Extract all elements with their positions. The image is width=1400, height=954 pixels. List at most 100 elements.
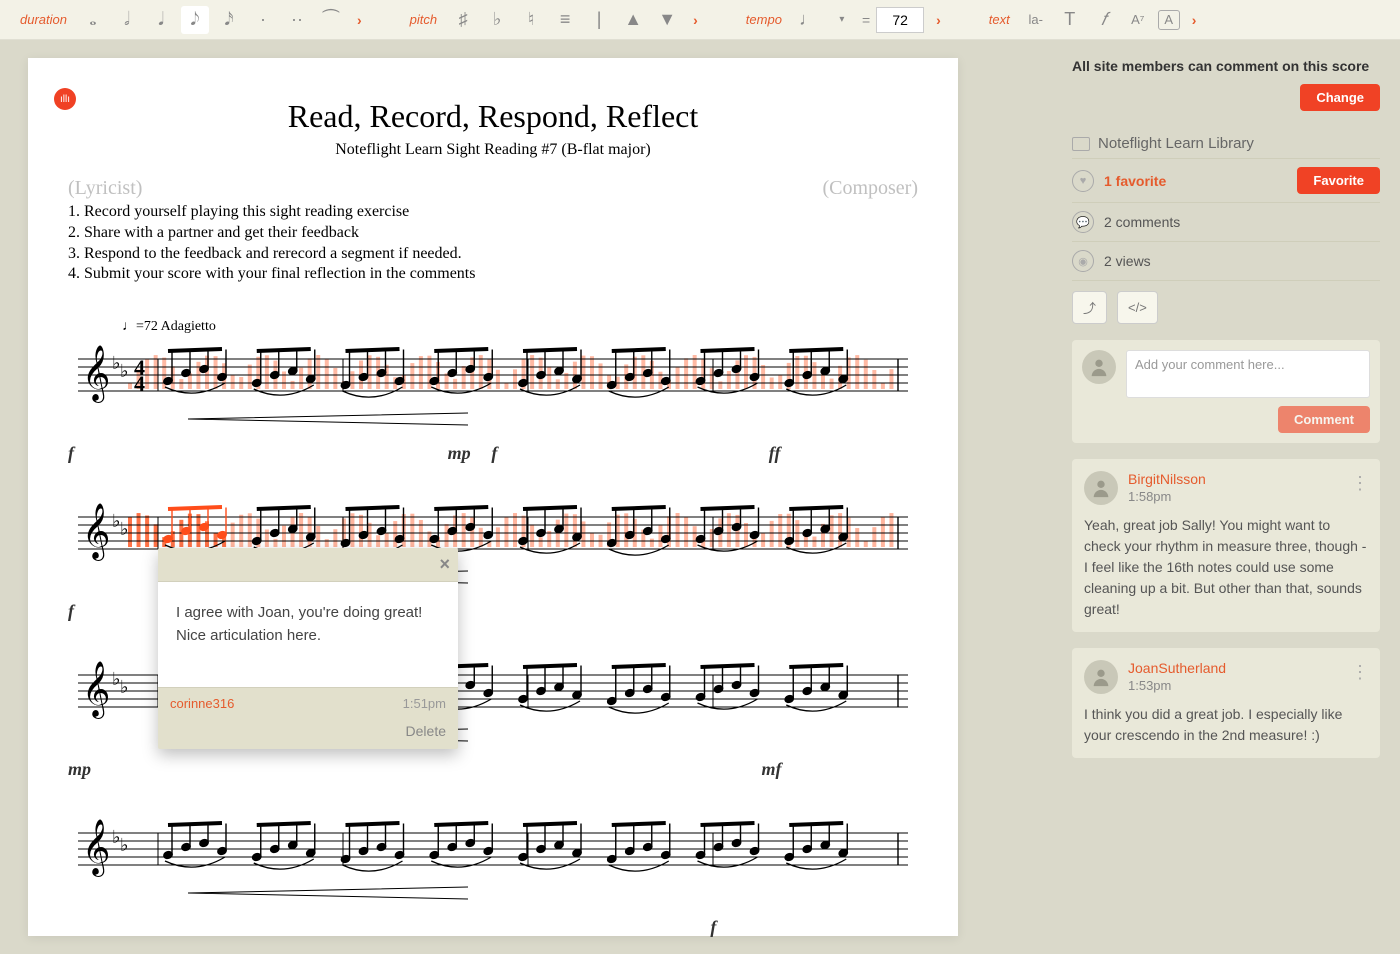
pitch-natural-icon[interactable]: ♮	[517, 6, 545, 34]
text-label: text	[989, 12, 1010, 27]
comment-textarea[interactable]: Add your comment here...	[1126, 350, 1370, 398]
inline-comment-author[interactable]: corinne316	[170, 696, 234, 711]
score-page[interactable]: ıllı Read, Record, Respond, Reflect Note…	[28, 58, 958, 936]
comments-count[interactable]: 2 comments	[1104, 214, 1180, 230]
share-button[interactable]: ⤴	[1072, 291, 1107, 324]
new-comment-box: Add your comment here... Comment	[1072, 340, 1380, 443]
inline-comment-time: 1:51pm	[403, 696, 446, 711]
svg-text:𝄞: 𝄞	[82, 662, 110, 719]
tempo-marking[interactable]: ♩=72 Adagietto	[122, 319, 918, 335]
record-icon[interactable]: ıllı	[54, 88, 76, 110]
pitch-label: pitch	[410, 12, 437, 27]
library-label: Noteflight Learn Library	[1098, 135, 1254, 152]
views-count: 2 views	[1104, 253, 1151, 269]
tempo-more-icon[interactable]: ›	[930, 12, 947, 28]
tempo-dropdown-icon[interactable]: ▾	[828, 6, 856, 34]
text-plain-icon[interactable]: T	[1056, 6, 1084, 34]
text-more-icon[interactable]: ›	[1186, 12, 1203, 28]
dynamic-marking[interactable]: mf	[762, 759, 782, 780]
text-dynamic-icon[interactable]: 𝑓	[1090, 6, 1118, 34]
score-column: ıllı Read, Record, Respond, Reflect Note…	[0, 40, 1060, 954]
comment-menu-icon[interactable]: ⋮	[1351, 473, 1370, 494]
tempo-equals: =	[862, 12, 870, 28]
inline-comment-popover: × I agree with Joan, you're doing great!…	[158, 548, 458, 749]
embed-button[interactable]: </>	[1117, 291, 1158, 324]
duration-sixteenth-icon[interactable]: 𝅘𝅥𝅯	[215, 6, 243, 34]
main-toolbar: duration 𝅝 𝅗𝅥 𝅘𝅥 𝅘𝅥𝅮 𝅘𝅥𝅯 · ·· ⏜ › pitch ♯ ♭ ♮ …	[0, 0, 1400, 40]
duration-more-icon[interactable]: ›	[351, 12, 368, 28]
comment-time: 1:53pm	[1128, 678, 1226, 693]
duration-label: duration	[20, 12, 67, 27]
pitch-up-icon[interactable]: ▲	[619, 6, 647, 34]
eye-icon: ◉	[1072, 250, 1094, 272]
instruction-line: 1. Record yourself playing this sight re…	[68, 202, 918, 223]
dynamic-marking[interactable]: mp	[448, 443, 471, 464]
dynamic-marking[interactable]: f	[491, 443, 497, 464]
instructions-block[interactable]: 1. Record yourself playing this sight re…	[68, 202, 918, 285]
score-title[interactable]: Read, Record, Respond, Reflect	[68, 98, 918, 135]
comment-body: Yeah, great job Sally! You might want to…	[1084, 515, 1368, 620]
instruction-line: 3. Respond to the feedback and rerecord …	[68, 244, 918, 265]
comment-card: BirgitNilsson 1:58pm ⋮ Yeah, great job S…	[1072, 459, 1380, 632]
svg-text:𝄞: 𝄞	[82, 346, 110, 403]
svg-text:𝄞: 𝄞	[82, 820, 110, 877]
svg-text:4: 4	[134, 371, 145, 396]
pitch-bar-icon[interactable]: |	[585, 6, 613, 34]
text-box-icon[interactable]: A	[1158, 10, 1180, 30]
dynamic-marking[interactable]: ff	[769, 443, 781, 464]
instruction-line: 2. Share with a partner and get their fe…	[68, 223, 918, 244]
instruction-line: 4. Submit your score with your final ref…	[68, 264, 918, 285]
composer-placeholder[interactable]: (Composer)	[822, 177, 918, 200]
comment-body: I think you did a great job. I especiall…	[1084, 704, 1368, 746]
comment-card: JoanSutherland 1:53pm ⋮ I think you did …	[1072, 648, 1380, 758]
svg-text:♭: ♭	[120, 519, 129, 539]
duration-whole-icon[interactable]: 𝅝	[79, 6, 107, 34]
close-icon[interactable]: ×	[439, 554, 450, 575]
inline-comment-delete[interactable]: Delete	[158, 719, 458, 749]
duration-dot-icon[interactable]: ·	[249, 6, 277, 34]
favorite-count[interactable]: 1 favorite	[1104, 173, 1166, 189]
comment-time: 1:58pm	[1128, 489, 1206, 504]
dynamic-marking[interactable]: mp	[68, 759, 91, 780]
library-link[interactable]: Noteflight Learn Library	[1072, 129, 1380, 159]
submit-comment-button[interactable]: Comment	[1278, 406, 1370, 433]
tempo-input[interactable]	[876, 7, 924, 33]
lyricist-placeholder[interactable]: (Lyricist)	[68, 177, 142, 200]
change-permission-button[interactable]: Change	[1300, 84, 1380, 111]
book-icon	[1072, 137, 1090, 151]
dynamic-marking[interactable]: f	[68, 443, 74, 464]
share-icon: ⤴	[1083, 298, 1096, 317]
pitch-down-icon[interactable]: ▼	[653, 6, 681, 34]
avatar	[1082, 350, 1116, 384]
pitch-flat-icon[interactable]: ♭	[483, 6, 511, 34]
duration-doubledot-icon[interactable]: ··	[283, 6, 311, 34]
comment-menu-icon[interactable]: ⋮	[1351, 662, 1370, 683]
comment-icon: 💬	[1072, 211, 1094, 233]
heart-icon: ♥	[1072, 170, 1094, 192]
comment-author[interactable]: JoanSutherland	[1128, 660, 1226, 676]
tempo-note-icon[interactable]: ♩	[794, 6, 822, 34]
duration-quarter-icon[interactable]: 𝅘𝅥	[147, 6, 175, 34]
duration-eighth-icon[interactable]: 𝅘𝅥𝅮	[181, 6, 209, 34]
duration-tie-icon[interactable]: ⏜	[317, 6, 345, 34]
pitch-staff-icon[interactable]: ≡	[551, 6, 579, 34]
svg-text:♭: ♭	[120, 677, 129, 697]
svg-text:♭: ♭	[120, 835, 129, 855]
score-subtitle[interactable]: Noteflight Learn Sight Reading #7 (B-fla…	[68, 141, 918, 159]
duration-half-icon[interactable]: 𝅗𝅥	[113, 6, 141, 34]
dynamic-marking[interactable]: f	[68, 601, 74, 622]
permission-text: All site members can comment on this sco…	[1072, 58, 1380, 74]
text-chord-icon[interactable]: A⁷	[1124, 6, 1152, 34]
dynamic-marking[interactable]: f	[710, 917, 716, 938]
text-lyric-icon[interactable]: la-	[1022, 6, 1050, 34]
comments-sidebar: All site members can comment on this sco…	[1060, 40, 1400, 954]
avatar	[1084, 660, 1118, 694]
tempo-label: tempo	[746, 12, 782, 27]
pitch-more-icon[interactable]: ›	[687, 12, 704, 28]
favorite-button[interactable]: Favorite	[1297, 167, 1380, 194]
staff-line[interactable]: 𝄞♭♭	[68, 813, 918, 913]
pitch-sharp-icon[interactable]: ♯	[449, 6, 477, 34]
svg-text:♭: ♭	[120, 361, 129, 381]
staff-line[interactable]: 𝄞♭♭44	[68, 339, 918, 439]
comment-author[interactable]: BirgitNilsson	[1128, 471, 1206, 487]
